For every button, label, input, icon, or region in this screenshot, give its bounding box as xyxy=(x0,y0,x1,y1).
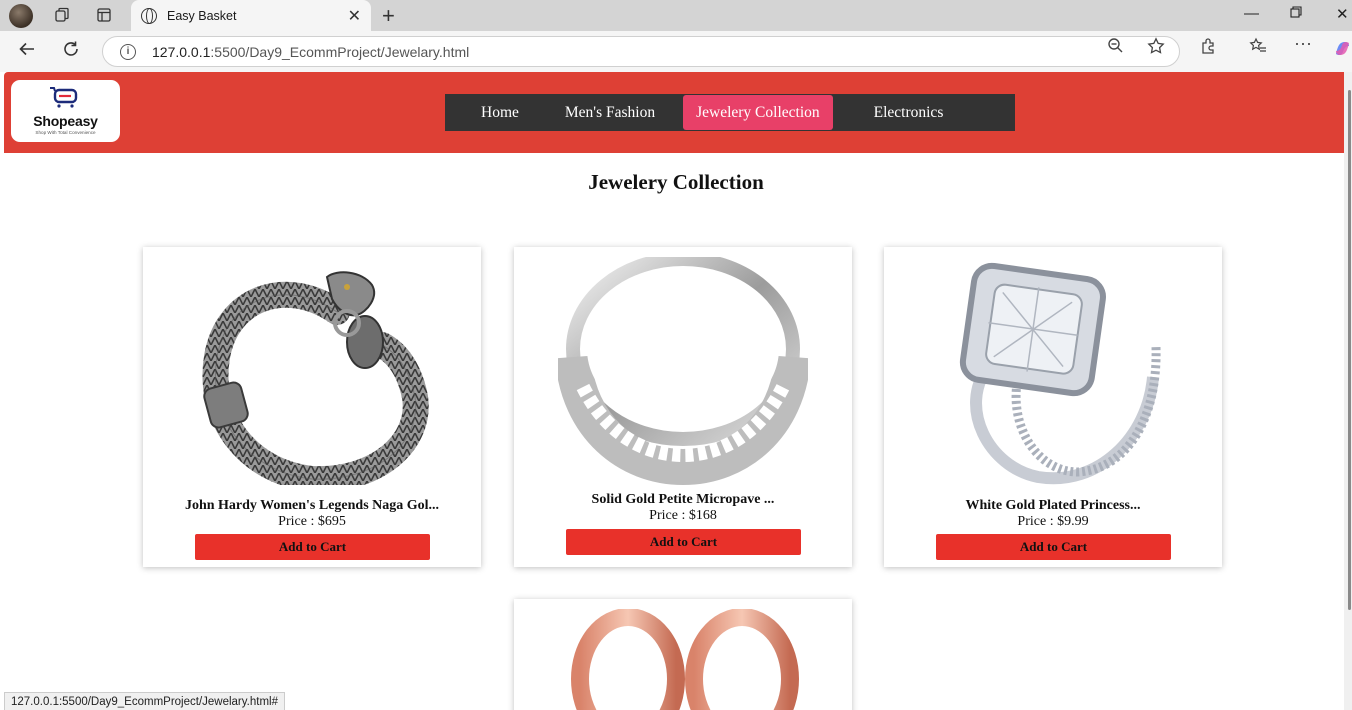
nav-mens-fashion[interactable]: Men's Fashion xyxy=(545,95,675,130)
product-card: Solid Gold Petite Micropave ... Price : … xyxy=(514,247,852,567)
browser-tab-active[interactable]: Easy Basket ✕ xyxy=(131,0,371,31)
extensions-icon[interactable] xyxy=(1200,37,1218,60)
url-path: :5500/Day9_EcommProject/Jewelary.html xyxy=(210,43,470,60)
globe-icon xyxy=(141,7,157,24)
page-viewport: Shopeasy Shop With Total Convenience Hom… xyxy=(0,72,1352,710)
product-price: Price : $9.99 xyxy=(1017,514,1089,529)
site-logo[interactable]: Shopeasy Shop With Total Convenience xyxy=(11,80,120,142)
tab-title: Easy Basket xyxy=(167,8,237,23)
address-bar[interactable]: i 127.0.0.1:5500/Day9_EcommProject/Jewel… xyxy=(102,36,1180,67)
product-name: John Hardy Women's Legends Naga Gol... xyxy=(184,498,440,513)
profile-avatar[interactable] xyxy=(9,4,33,28)
close-window-icon[interactable]: ✕ xyxy=(1336,5,1349,23)
add-to-cart-button[interactable]: Add to Cart xyxy=(566,529,801,555)
restore-icon[interactable] xyxy=(1290,5,1302,22)
zoom-out-icon[interactable] xyxy=(1107,37,1124,59)
back-icon[interactable] xyxy=(18,40,36,64)
product-name: Solid Gold Petite Micropave ... xyxy=(591,492,775,507)
silver-ring-image xyxy=(558,257,808,485)
minimize-icon[interactable]: — xyxy=(1244,5,1259,22)
product-card xyxy=(514,599,852,710)
page-scrollbar[interactable] xyxy=(1344,72,1352,710)
reload-icon[interactable] xyxy=(62,40,80,64)
scrollbar-thumb[interactable] xyxy=(1348,90,1351,610)
new-tab-icon[interactable]: + xyxy=(382,3,395,29)
logo-name: Shopeasy xyxy=(33,113,98,129)
nav-electronics[interactable]: Electronics xyxy=(854,95,964,130)
shopping-cart-icon xyxy=(50,87,78,108)
copilot-icon[interactable] xyxy=(1333,39,1352,63)
more-menu-icon[interactable]: ··· xyxy=(1294,33,1312,54)
favorite-star-icon[interactable] xyxy=(1147,37,1165,60)
product-name: White Gold Plated Princess... xyxy=(965,498,1141,513)
main-nav: Home Men's Fashion Jewelery Collection E… xyxy=(445,94,1015,131)
status-bar: 127.0.0.1:5500/Day9_EcommProject/Jewelar… xyxy=(4,692,285,710)
tab-actions-icon[interactable] xyxy=(93,4,115,26)
browser-tab-bar: Easy Basket ✕ + — ✕ xyxy=(0,0,1352,31)
dragon-bracelet-image xyxy=(202,271,429,485)
favorites-list-icon[interactable] xyxy=(1249,37,1267,60)
browser-toolbar: i 127.0.0.1:5500/Day9_EcommProject/Jewel… xyxy=(0,31,1352,72)
page-title: Jewelery Collection xyxy=(588,170,764,194)
workspaces-icon[interactable] xyxy=(51,4,73,26)
site-header: Shopeasy Shop With Total Convenience Hom… xyxy=(4,72,1348,153)
rose-gold-rings-image xyxy=(571,609,799,710)
product-price: Price : $695 xyxy=(278,514,346,529)
close-tab-icon[interactable]: ✕ xyxy=(348,6,361,26)
diamond-ring-set-image xyxy=(959,262,1161,485)
product-card: White Gold Plated Princess... Price : $9… xyxy=(884,247,1222,567)
nav-jewelery-collection[interactable]: Jewelery Collection xyxy=(683,95,833,130)
url-host: 127.0.0.1 xyxy=(152,43,211,60)
add-to-cart-button[interactable]: Add to Cart xyxy=(195,534,430,560)
product-card: John Hardy Women's Legends Naga Gol... P… xyxy=(143,247,481,567)
logo-tagline: Shop With Total Convenience xyxy=(35,130,96,135)
add-to-cart-button[interactable]: Add to Cart xyxy=(936,534,1171,560)
nav-home[interactable]: Home xyxy=(459,95,541,130)
site-info-icon[interactable]: i xyxy=(120,43,136,60)
product-price: Price : $168 xyxy=(649,508,717,523)
